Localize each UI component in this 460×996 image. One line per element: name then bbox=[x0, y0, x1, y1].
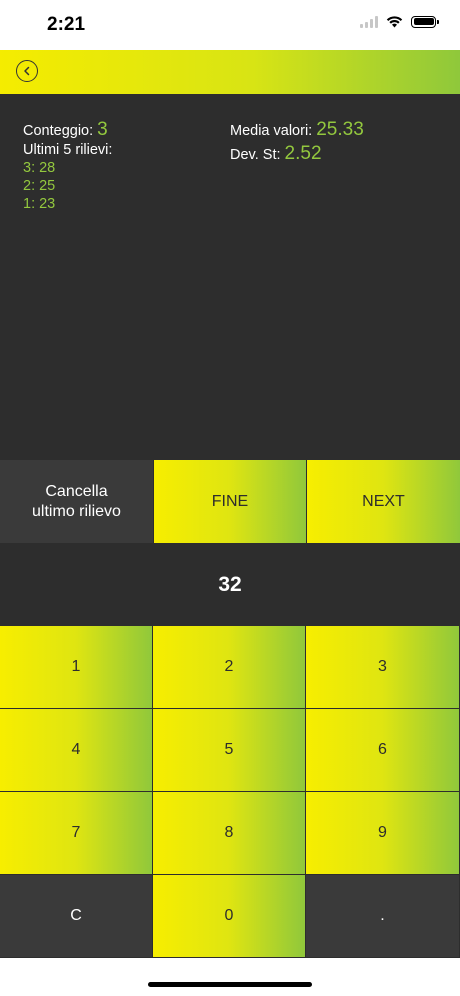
wifi-icon bbox=[386, 16, 403, 28]
key-5[interactable]: 5 bbox=[153, 709, 306, 792]
delete-button-label: Cancella ultimo rilievo bbox=[32, 482, 121, 520]
key-0[interactable]: 0 bbox=[153, 875, 306, 958]
status-bar: 2:21 bbox=[0, 0, 460, 50]
mean-value: 25.33 bbox=[316, 119, 364, 140]
reading-item: 3: 28 bbox=[23, 160, 56, 176]
key-6[interactable]: 6 bbox=[306, 709, 460, 792]
app-header bbox=[0, 50, 460, 94]
signal-icon bbox=[360, 15, 378, 28]
key-7[interactable]: 7 bbox=[0, 792, 153, 875]
home-area bbox=[0, 958, 460, 996]
status-icons bbox=[360, 15, 439, 28]
std-value: 2.52 bbox=[284, 143, 322, 164]
reading-item: 1: 23 bbox=[23, 196, 56, 212]
mean-row: Media valori: 25.33 bbox=[230, 119, 364, 141]
key-1[interactable]: 1 bbox=[0, 626, 153, 709]
last-readings-label: Ultimi 5 rilievi: bbox=[23, 142, 113, 158]
action-bar: Cancella ultimo rilievo FINE NEXT bbox=[0, 460, 460, 543]
next-button[interactable]: NEXT bbox=[306, 460, 460, 543]
key-4[interactable]: 4 bbox=[0, 709, 153, 792]
std-row: Dev. St: 2.52 bbox=[230, 143, 322, 165]
count-value: 3 bbox=[97, 119, 108, 140]
key-3[interactable]: 3 bbox=[306, 626, 460, 709]
battery-icon bbox=[411, 15, 439, 28]
delete-last-reading-button[interactable]: Cancella ultimo rilievo bbox=[0, 460, 153, 543]
std-label: Dev. St: bbox=[230, 147, 281, 163]
count-row: Conteggio: 3 bbox=[23, 119, 108, 141]
key-9[interactable]: 9 bbox=[306, 792, 460, 875]
chevron-left-icon bbox=[24, 66, 30, 76]
home-indicator[interactable] bbox=[148, 982, 312, 987]
key-8[interactable]: 8 bbox=[153, 792, 306, 875]
key-2[interactable]: 2 bbox=[153, 626, 306, 709]
fine-button[interactable]: FINE bbox=[153, 460, 306, 543]
stats-panel: Conteggio: 3 Ultimi 5 rilievi: 3: 28 2: … bbox=[0, 94, 460, 460]
back-button[interactable] bbox=[16, 60, 38, 82]
key-clear[interactable]: C bbox=[0, 875, 153, 958]
key-decimal[interactable]: . bbox=[306, 875, 460, 958]
numeric-keypad: 1 2 3 4 5 6 7 8 9 C 0 . bbox=[0, 626, 460, 958]
reading-item: 2: 25 bbox=[23, 178, 56, 194]
mean-label: Media valori: bbox=[230, 123, 313, 139]
status-time: 2:21 bbox=[47, 14, 86, 35]
input-display: 32 bbox=[0, 543, 460, 626]
count-label: Conteggio: bbox=[23, 123, 94, 139]
